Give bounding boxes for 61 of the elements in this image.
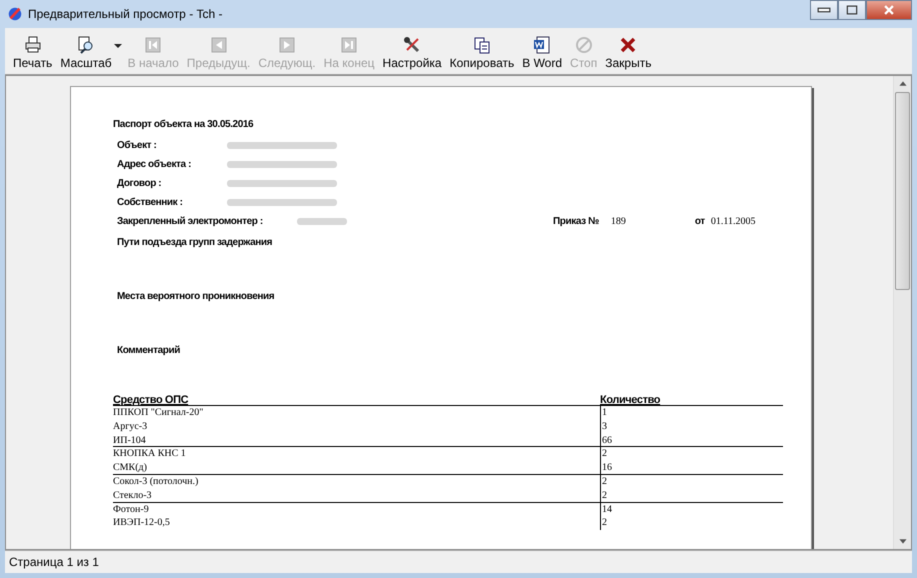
table-cell: 2 [600,516,783,530]
table-cell-text: Сокол-3 (потолочн.) [113,474,200,489]
toolbar-button[interactable]: Печать [9,36,56,70]
tools-icon [403,36,422,54]
toolbar-button[interactable]: В Word [518,36,566,70]
column-header: Средство ОПС [113,393,190,405]
table-cell: СМК(д) [113,461,600,475]
maximize-icon [845,3,859,17]
minimize-button[interactable] [810,0,838,20]
printer-icon [24,36,42,54]
field-label: Собственник : [117,197,184,208]
last-page-icon [340,36,358,54]
table-cell-text: ИВЭП-12-0,5 [113,516,171,530]
field-label: Договор : [117,178,162,189]
close-button[interactable] [866,0,912,20]
first-page-icon [144,36,162,54]
table-cell: 16 [600,461,783,475]
previous-page-icon [210,36,228,54]
toolbar-button[interactable]: Копировать [446,36,518,70]
toolbar-button[interactable]: Масштаб [56,36,124,70]
field-label: Закрепленный электромонтер : [117,216,264,227]
status-text: Страница 1 из 1 [9,555,99,569]
table-cell: 14 [600,502,783,516]
field-label: от [694,216,705,227]
table-cell-text: КНОПКА КНС 1 [113,447,187,462]
section-heading: Комментарий [116,345,181,358]
table-cell: Стекло-3 [113,488,600,503]
table-cell: 2 [600,474,783,489]
toolbar-button[interactable]: Настройка [378,36,446,70]
section-heading: Пути подъезда групп задержания [116,237,274,250]
table-cell: 2 [600,488,783,503]
column-header: Количество [600,393,662,405]
copy-icon [472,36,491,54]
table-cell-text: ППКОП "Сигнал-20" [113,406,204,420]
document-w-icon [533,36,552,54]
app-icon [7,6,23,22]
section-heading: Места вероятного проникновения [116,291,276,304]
table-cell-text: Фотон-9 [113,502,150,516]
blurred-value [297,218,347,225]
scrollbar-thumb[interactable] [895,92,910,290]
magnifier-page-icon [76,36,95,54]
table-cell: 66 [600,434,783,448]
field-value: 01.11.2005 [710,216,756,227]
toolbar-button[interactable]: Закрыть [601,36,656,70]
table-cell: 2 [600,447,783,462]
stop-icon [574,36,593,54]
next-page-icon [278,36,296,54]
table-cell: ИП-104 [113,434,600,448]
maximize-button[interactable] [838,0,866,20]
field-label: Адрес объекта : [117,159,192,170]
field-label: Приказ № [553,216,599,227]
window-title: Предварительный просмотр - Tch - [28,7,223,21]
close-icon [619,36,638,54]
field-value: 189 [610,216,627,227]
table-cell: 1 [600,406,783,420]
close-icon [882,3,896,17]
vertical-scrollbar[interactable] [893,76,911,549]
field-label: Объект : [117,140,158,151]
table-cell: 3 [600,420,783,434]
table-cell-text: Аргус-3 [113,420,148,434]
document-title: Паспорт объекта на 30.05.2016 [113,119,254,130]
